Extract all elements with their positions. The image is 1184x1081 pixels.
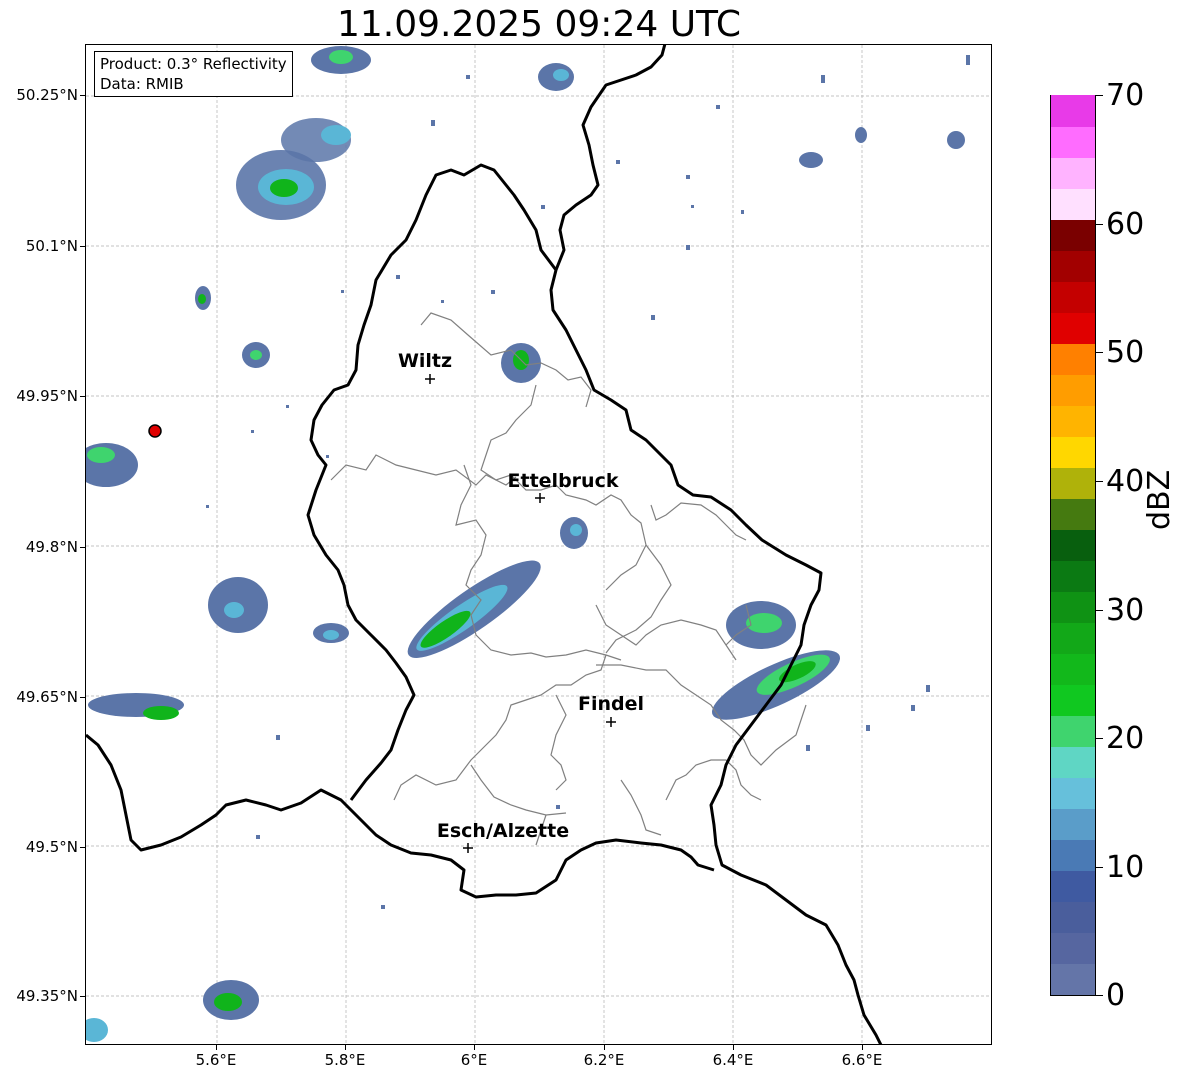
colorbar-segment bbox=[1051, 281, 1095, 313]
colorbar-segment bbox=[1051, 405, 1095, 437]
colorbar-segment bbox=[1051, 808, 1095, 840]
colorbar-segment bbox=[1051, 715, 1095, 747]
colorbar-segment bbox=[1051, 932, 1095, 964]
colorbar-tick-mark bbox=[1096, 995, 1103, 996]
radar-site-marker[interactable] bbox=[148, 424, 162, 438]
city-label-wiltz: Wiltz bbox=[397, 350, 453, 372]
lon-tick-label: 5.6°E bbox=[195, 1051, 237, 1069]
colorbar-tick-label: 30 bbox=[1106, 593, 1145, 628]
colorbar-label: dBZ bbox=[1142, 470, 1177, 530]
lat-tick-label: 49.35°N bbox=[16, 987, 78, 1005]
colorbar-segment bbox=[1051, 126, 1095, 158]
colorbar-segment bbox=[1051, 746, 1095, 778]
city-label-ettelbruck: Ettelbruck bbox=[507, 470, 619, 492]
colorbar-tick-label: 40 bbox=[1106, 464, 1145, 499]
colorbar-segment bbox=[1051, 157, 1095, 189]
colorbar-segment bbox=[1051, 560, 1095, 592]
lon-tick-mark bbox=[733, 1045, 734, 1050]
colorbar-segment bbox=[1051, 684, 1095, 716]
colorbar-tick-label: 0 bbox=[1106, 978, 1126, 1013]
radar-map[interactable] bbox=[85, 44, 992, 1045]
colorbar-segment bbox=[1051, 312, 1095, 344]
lat-tick-label: 50.1°N bbox=[25, 237, 78, 255]
lon-tick-mark bbox=[345, 1045, 346, 1050]
colorbar-tick-mark bbox=[1096, 224, 1103, 225]
colorbar-segment bbox=[1051, 467, 1095, 499]
lat-tick-mark bbox=[80, 996, 85, 997]
colorbar-segment bbox=[1051, 963, 1095, 995]
colorbar-segment bbox=[1051, 839, 1095, 871]
lon-tick-label: 6.2°E bbox=[583, 1051, 625, 1069]
lon-tick-label: 6.6°E bbox=[841, 1051, 883, 1069]
colorbar-segment bbox=[1051, 870, 1095, 902]
lon-tick-mark bbox=[474, 1045, 475, 1050]
colorbar-tick-mark bbox=[1096, 352, 1103, 353]
lat-tick-label: 50.25°N bbox=[16, 86, 78, 104]
lat-tick-mark bbox=[80, 847, 85, 848]
colorbar-tick-mark bbox=[1096, 95, 1103, 96]
lat-tick-mark bbox=[80, 95, 85, 96]
colorbar-segment bbox=[1051, 591, 1095, 623]
dbz-colorbar bbox=[1050, 95, 1096, 996]
echo-cell-west bbox=[86, 286, 349, 1042]
lon-tick-mark bbox=[216, 1045, 217, 1050]
colorbar-segment bbox=[1051, 374, 1095, 406]
city-label-findel: Findel bbox=[577, 693, 645, 715]
colorbar-segment bbox=[1051, 653, 1095, 685]
colorbar-tick-mark bbox=[1096, 738, 1103, 739]
lat-tick-mark bbox=[80, 396, 85, 397]
colorbar-segment bbox=[1051, 219, 1095, 251]
lat-tick-label: 49.95°N bbox=[16, 387, 78, 405]
country-borders bbox=[86, 45, 883, 1044]
colorbar-segment bbox=[1051, 777, 1095, 809]
colorbar-tick-label: 70 bbox=[1106, 78, 1145, 113]
colorbar-segment bbox=[1051, 901, 1095, 933]
colorbar-label-text: dBZ bbox=[1142, 469, 1177, 530]
radar-map-canvas bbox=[86, 45, 991, 1044]
lat-tick-mark bbox=[80, 547, 85, 548]
colorbar-segment bbox=[1051, 498, 1095, 530]
lon-tick-label: 6°E bbox=[460, 1051, 488, 1069]
colorbar-segment bbox=[1051, 622, 1095, 654]
lat-tick-mark bbox=[80, 246, 85, 247]
map-gridlines bbox=[86, 45, 991, 1044]
ettelbruck-marker bbox=[535, 493, 545, 503]
product-label: Product: 0.3° Reflectivity bbox=[100, 55, 287, 73]
colorbar-tick-label: 60 bbox=[1106, 207, 1145, 242]
lat-tick-label: 49.5°N bbox=[25, 838, 78, 856]
lon-tick-mark bbox=[604, 1045, 605, 1050]
colorbar-segment bbox=[1051, 95, 1095, 127]
colorbar-segment bbox=[1051, 436, 1095, 468]
colorbar-segment bbox=[1051, 343, 1095, 375]
data-source-label: Data: RMIB bbox=[100, 75, 184, 93]
city-label-esch-alzette: Esch/Alzette bbox=[436, 820, 570, 842]
lon-tick-label: 5.8°E bbox=[324, 1051, 366, 1069]
lat-tick-label: 49.8°N bbox=[25, 538, 78, 556]
map-title: 11.09.2025 09:24 UTC bbox=[336, 4, 742, 45]
findel-marker bbox=[606, 717, 616, 727]
esch-alzette-marker bbox=[463, 843, 473, 853]
lon-tick-label: 6.4°E bbox=[712, 1051, 754, 1069]
echo-cell-east bbox=[711, 127, 965, 720]
colorbar-tick-label: 10 bbox=[1106, 850, 1145, 885]
lat-tick-label: 49.65°N bbox=[16, 688, 78, 706]
colorbar-tick-mark bbox=[1096, 610, 1103, 611]
colorbar-tick-mark bbox=[1096, 481, 1103, 482]
colorbar-segment bbox=[1051, 188, 1095, 220]
colorbar-tick-label: 50 bbox=[1106, 335, 1145, 370]
product-info-box: Product: 0.3° Reflectivity Data: RMIB bbox=[94, 51, 293, 97]
colorbar-tick-label: 20 bbox=[1106, 721, 1145, 756]
wiltz-marker bbox=[425, 374, 435, 384]
echo-cell-center bbox=[407, 343, 588, 658]
lon-tick-mark bbox=[862, 1045, 863, 1050]
colorbar-tick-mark bbox=[1096, 867, 1103, 868]
colorbar-segment bbox=[1051, 250, 1095, 282]
canton-boundaries bbox=[330, 312, 807, 846]
colorbar-segment bbox=[1051, 529, 1095, 561]
lat-tick-mark bbox=[80, 697, 85, 698]
